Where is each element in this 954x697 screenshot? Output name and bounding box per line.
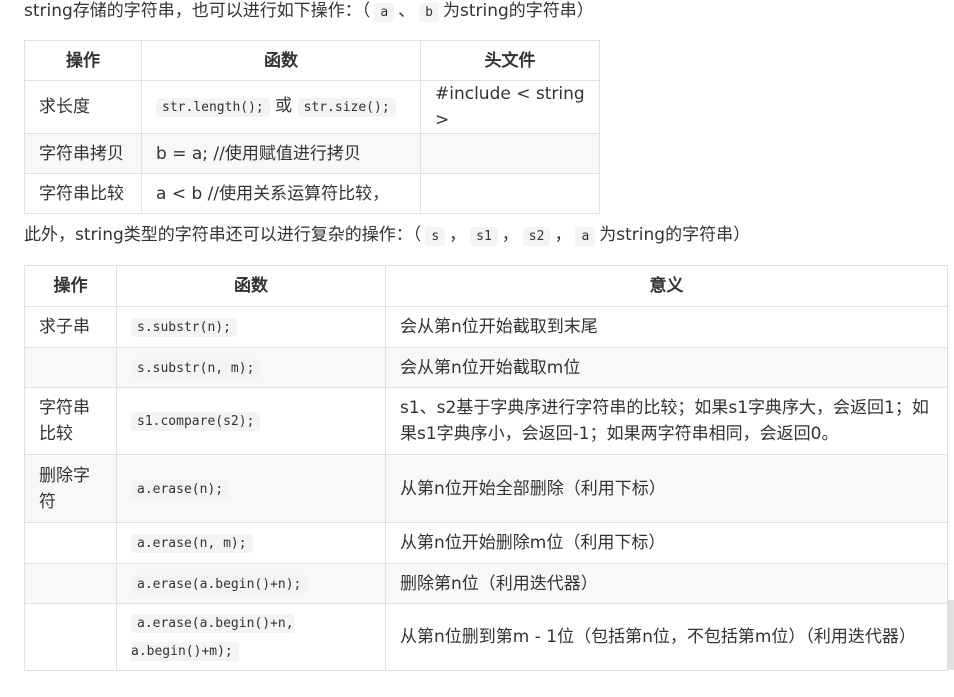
func-cell: a < b //使用关系运算符比较， [141,173,421,214]
inline-code: a.erase(n, m); [131,534,253,553]
op-cell [24,347,117,388]
header-cell: #include < string > [420,80,600,134]
func-cell: str.length(); 或 str.size(); [141,80,421,134]
inline-code: a [575,227,596,246]
func-cell: s1.compare(s2); [116,387,386,455]
intro-text: string存储的字符串，也可以进行如下操作：（ [24,1,371,21]
func-cell: s.substr(n, m); [116,347,386,388]
meaning-cell: s1、s2基于字典序进行字符串的比较；如果s1字典序大，会返回1；如果s1字典序… [385,387,948,455]
func-cell: s.substr(n); [116,306,386,348]
inline-code: str.length(); [156,98,270,117]
column-header: 意义 [385,265,948,307]
header-cell [420,173,600,214]
scrollbar[interactable] [947,600,954,670]
column-header: 操作 [24,265,117,307]
inline-code: b [419,3,439,22]
intro-paragraph-1: string存储的字符串，也可以进行如下操作：（ a、 b 为string的字符串） [24,0,594,24]
meaning-cell: 从第n位删到第m - 1位（包括第n位，不包括第m位）（利用迭代器） [385,603,948,671]
table-row: 求长度 str.length(); 或 str.size(); #include… [24,80,600,134]
inline-code: a [374,3,395,22]
op-cell: 字符串拷贝 [24,133,142,174]
inline-code: str.size(); [297,98,396,117]
meaning-cell: 从第n位开始删除m位（利用下标） [385,522,948,564]
inline-code: s2 [522,227,551,246]
table-header-row: 操作 函数 头文件 [24,40,600,81]
op-cell: 字符串比较 [24,173,142,214]
table-row: a.erase(a.begin()+n, a.begin()+m); 从第n位删… [24,603,948,671]
basic-operations-table: 操作 函数 头文件 求长度 str.length(); 或 str.size()… [24,40,600,214]
column-header: 函数 [141,40,421,81]
or-text: 或 [275,96,293,116]
separator: ， [501,225,519,245]
op-cell: 字符串比较 [24,387,117,455]
op-cell [24,563,117,604]
meaning-cell: 从第n位开始全部删除（利用下标） [385,454,948,523]
inline-code: a.erase(a.begin()+n); [131,574,308,594]
table-row: 求子串 s.substr(n); 会从第n位开始截取到末尾 [24,306,948,348]
separator: ， [449,225,467,245]
column-header: 头文件 [420,40,600,81]
op-cell [24,522,117,564]
inline-code: s.substr(n, m); [131,358,261,378]
table-row: 字符串比较 s1.compare(s2); s1、s2基于字典序进行字符串的比较… [24,387,948,455]
table-header-row: 操作 函数 意义 [24,265,948,307]
inline-code: s [425,227,446,246]
meaning-cell: 会从第n位开始截取到末尾 [385,306,948,348]
table-row: 字符串比较 a < b //使用关系运算符比较， [24,173,600,214]
table-row: a.erase(n, m); 从第n位开始删除m位（利用下标） [24,522,948,564]
column-header: 函数 [116,265,386,307]
table-row: a.erase(a.begin()+n); 删除第n位（利用迭代器） [24,563,948,604]
func-cell: a.erase(a.begin()+n); [116,563,386,604]
header-cell [420,133,600,174]
inline-code: a.erase(n); [131,479,230,499]
intro-text: 此外，string类型的字符串还可以进行复杂的操作：（ [24,225,422,245]
column-header: 操作 [24,40,142,81]
func-cell: a.erase(n, m); [116,522,386,564]
op-cell: 求子串 [24,306,117,348]
separator: 、 [398,1,416,21]
complex-operations-table: 操作 函数 意义 求子串 s.substr(n); 会从第n位开始截取到末尾 s… [24,265,948,671]
table-row: 删除字符 a.erase(n); 从第n位开始全部删除（利用下标） [24,454,948,523]
inline-code: s.substr(n); [131,318,237,337]
inline-code: s1.compare(s2); [131,412,261,431]
func-cell: a.erase(a.begin()+n, a.begin()+m); [116,603,386,671]
meaning-cell: 删除第n位（利用迭代器） [385,563,948,604]
separator: ， [554,225,572,245]
intro-paragraph-2: 此外，string类型的字符串还可以进行复杂的操作：（ s， s1， s2， a 为str… [24,224,750,248]
op-cell [24,603,117,671]
intro-text: 为string的字符串） [442,1,594,21]
inline-code: s1 [470,227,498,246]
op-cell: 删除字符 [24,454,117,523]
intro-text: 为string的字符串） [599,225,751,245]
table-row: 字符串拷贝 b = a; //使用赋值进行拷贝 [24,133,600,174]
func-cell: b = a; //使用赋值进行拷贝 [141,133,421,174]
inline-code: a.erase(a.begin()+n, a.begin()+m); [131,614,294,661]
func-cell: a.erase(n); [116,454,386,523]
op-cell: 求长度 [24,80,142,134]
table-row: s.substr(n, m); 会从第n位开始截取m位 [24,347,948,388]
meaning-cell: 会从第n位开始截取m位 [385,347,948,388]
